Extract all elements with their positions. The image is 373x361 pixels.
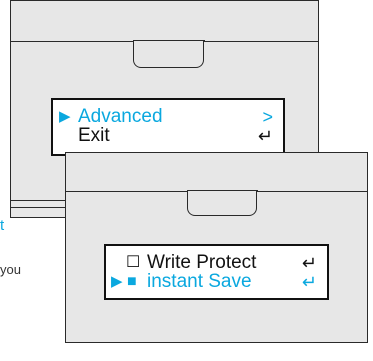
menu-item-exit[interactable]: Exit ↵: [53, 125, 283, 147]
panel-tab: [132, 39, 205, 68]
menu-item-instant-save[interactable]: ▶ ■ instant Save ↵: [106, 271, 327, 293]
enter-icon: ↵: [257, 126, 273, 146]
enter-icon: ↵: [301, 272, 317, 292]
menu-item-label: instant Save: [147, 271, 252, 292]
checkbox-checked-icon[interactable]: ■: [127, 271, 137, 293]
selection-arrow-icon: ▶: [111, 273, 123, 290]
panel-tab: [186, 189, 258, 216]
background-text-fragment: you: [0, 262, 21, 277]
background-link-fragment[interactable]: t: [0, 217, 4, 234]
menu-item-label: Exit: [78, 125, 110, 146]
menu-screen-back: ▶ Advanced > Exit ↵: [51, 98, 285, 156]
menu-screen-front: ☐ Write Protect ↵ ▶ ■ instant Save ↵: [104, 244, 329, 300]
device-panel-front: ☐ Write Protect ↵ ▶ ■ instant Save ↵: [65, 152, 368, 343]
